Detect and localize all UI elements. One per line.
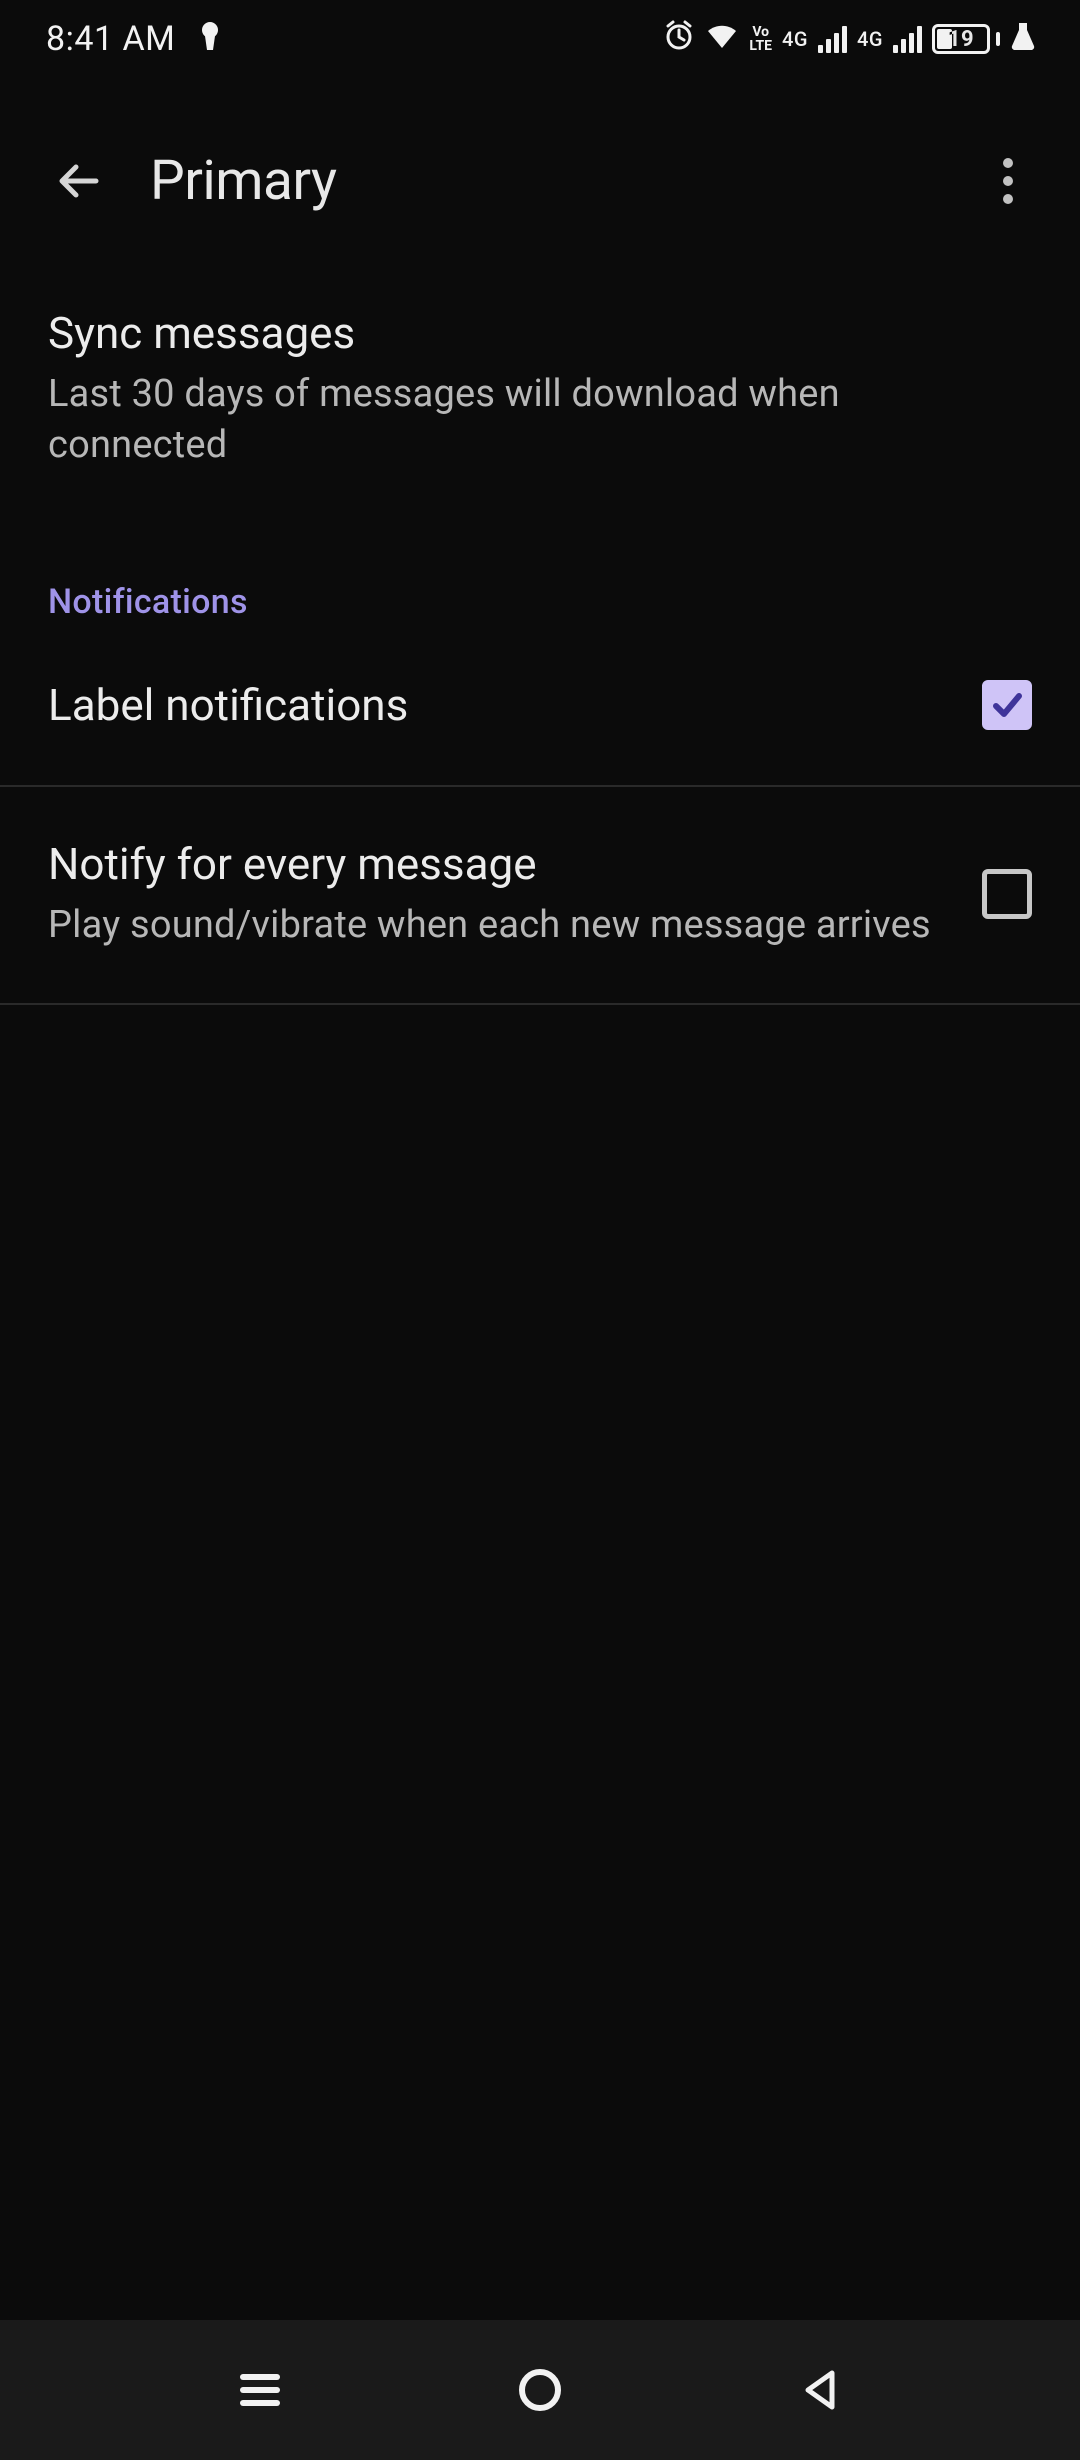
- more-vert-icon: [1002, 157, 1014, 205]
- circle-icon: [517, 2367, 563, 2413]
- home-button[interactable]: [505, 2355, 575, 2425]
- signal-bars-2: [893, 25, 922, 53]
- app-bar: Primary: [0, 78, 1080, 256]
- sync-messages-item[interactable]: Sync messages Last 30 days of messages w…: [0, 256, 1080, 524]
- settings-list: Sync messages Last 30 days of messages w…: [0, 256, 1080, 2320]
- back-button[interactable]: [44, 146, 114, 216]
- notify-every-message-item[interactable]: Notify for every message Play sound/vibr…: [0, 787, 1080, 1003]
- network-4g-1: 4G: [782, 27, 808, 51]
- signal-bars-1: [818, 25, 847, 53]
- arrow-left-icon: [54, 156, 104, 206]
- system-nav-bar: [0, 2320, 1080, 2460]
- notify-every-message-subtitle: Play sound/vibrate when each new message…: [48, 900, 942, 951]
- divider: [0, 1003, 1080, 1005]
- menu-icon: [238, 2372, 282, 2408]
- back-nav-button[interactable]: [785, 2355, 855, 2425]
- page-title: Primary: [150, 149, 978, 213]
- label-notifications-checkbox[interactable]: [982, 680, 1032, 730]
- network-4g-2: 4G: [857, 27, 883, 51]
- volte-icon: Vo LTE: [749, 25, 772, 53]
- sync-messages-subtitle: Last 30 days of messages will download w…: [48, 369, 992, 472]
- flask-icon: [1010, 19, 1036, 59]
- alarm-icon: [663, 19, 695, 60]
- label-notifications-title: Label notifications: [48, 678, 942, 733]
- triangle-left-icon: [802, 2369, 838, 2411]
- status-right: Vo LTE 4G 4G 19: [663, 19, 1036, 60]
- notify-every-message-title: Notify for every message: [48, 837, 942, 892]
- sync-messages-title: Sync messages: [48, 306, 992, 361]
- label-notifications-item[interactable]: Label notifications: [0, 628, 1080, 785]
- recents-button[interactable]: [225, 2355, 295, 2425]
- overflow-menu-button[interactable]: [978, 151, 1038, 211]
- keyhole-icon: [199, 19, 221, 59]
- check-icon: [987, 685, 1027, 725]
- notify-every-message-checkbox[interactable]: [982, 869, 1032, 919]
- status-time: 8:41 AM: [46, 19, 175, 59]
- wifi-icon: [705, 19, 739, 59]
- battery-percent: 19: [948, 27, 974, 52]
- battery-indicator: 19: [932, 24, 1000, 54]
- status-bar: 8:41 AM Vo LTE 4G 4G: [0, 0, 1080, 78]
- status-left: 8:41 AM: [46, 19, 221, 59]
- notifications-section-header: Notifications: [0, 524, 1080, 628]
